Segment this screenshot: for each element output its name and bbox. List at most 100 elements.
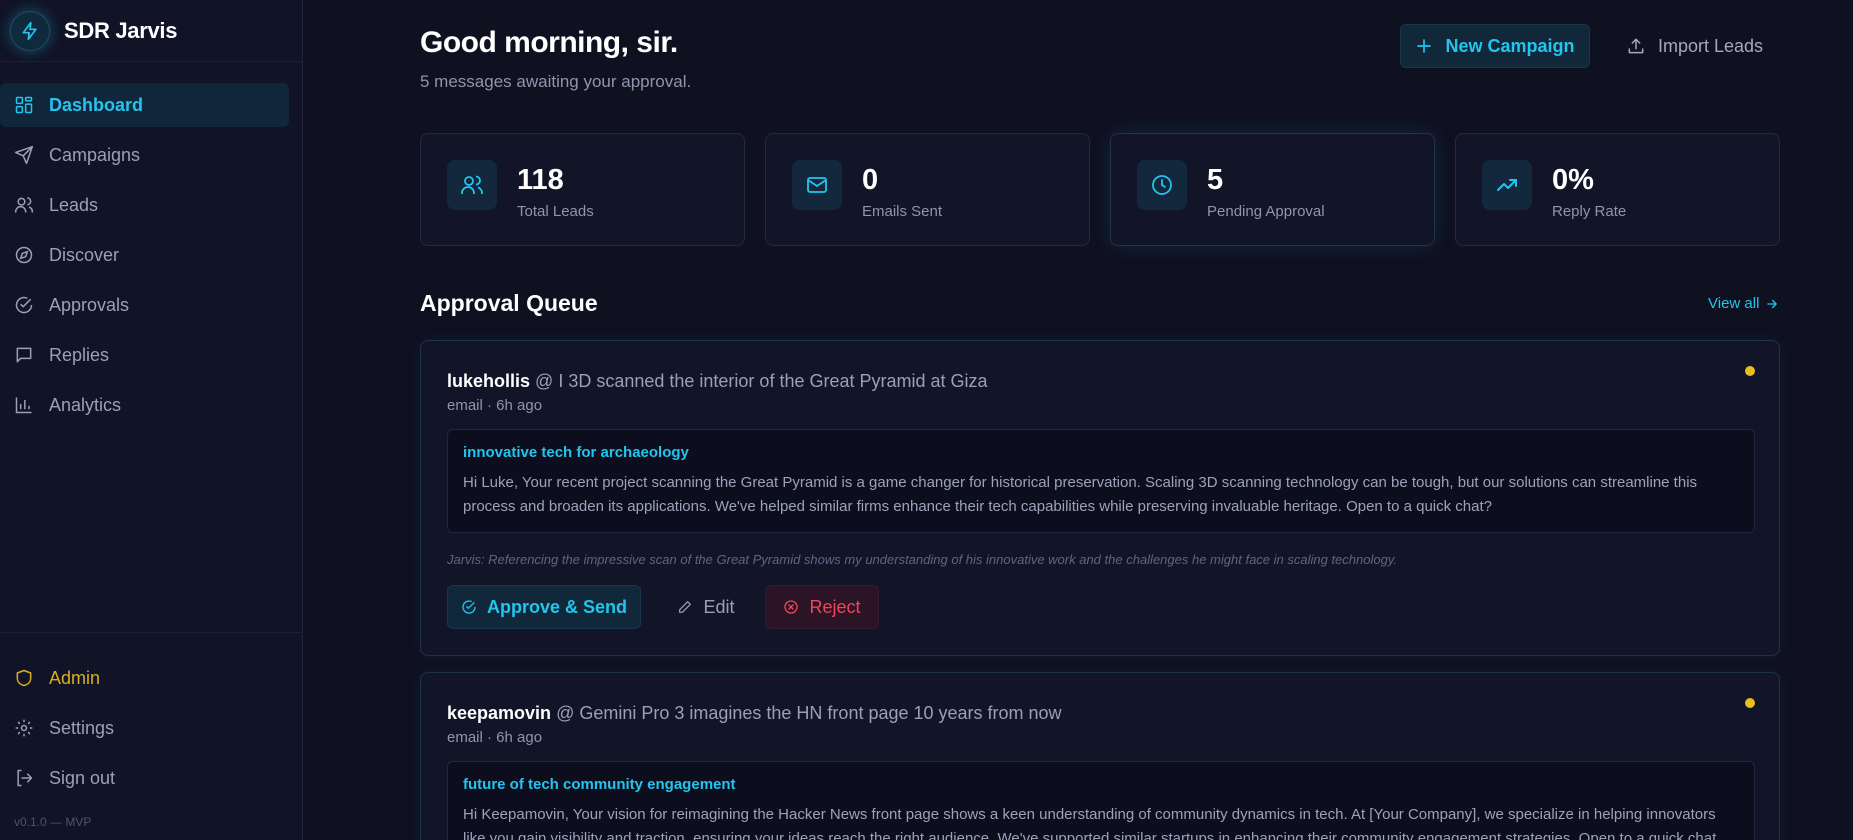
sidebar-item-sign-out[interactable]: Sign out	[0, 756, 289, 800]
sidebar-item-label: Campaigns	[49, 144, 141, 165]
reject-label: Reject	[809, 596, 861, 617]
sidebar-item-admin[interactable]: Admin	[0, 656, 289, 700]
email-body: Hi Keepamovin, Your vision for reimagini…	[463, 806, 1717, 840]
new-campaign-button[interactable]: New Campaign	[1400, 24, 1590, 68]
reject-button[interactable]: Reject	[765, 585, 879, 629]
message-meta: email · 6h ago	[447, 729, 543, 746]
view-all-link[interactable]: View all	[1708, 295, 1779, 312]
app-version: v0.1.0 — MVP	[14, 815, 92, 829]
pending-status-dot	[1745, 698, 1755, 708]
page-subtitle: 5 messages awaiting your approval.	[420, 72, 692, 91]
pending-status-dot	[1745, 366, 1755, 376]
message-meta: email · 6h ago	[447, 397, 543, 414]
sidebar-item-leads[interactable]: Leads	[0, 183, 289, 227]
mail-icon	[807, 177, 827, 193]
approval-actions: Approve & Send Edit Reject	[447, 585, 879, 629]
sidebar-item-label: Replies	[49, 344, 110, 365]
sidebar-item-settings[interactable]: Settings	[0, 706, 289, 750]
edit-label: Edit	[703, 596, 735, 617]
email-subject: innovative tech for archaeology	[463, 444, 689, 461]
x-circle-icon	[784, 600, 799, 614]
message-icon	[16, 347, 32, 363]
check-circle-icon	[15, 296, 33, 314]
lead-username[interactable]: keepamovin	[447, 703, 551, 723]
stat-value: 118	[517, 164, 564, 196]
pencil-icon	[679, 601, 692, 613]
lead-username[interactable]: lukehollis	[447, 371, 530, 391]
app-name: SDR Jarvis	[64, 17, 178, 43]
bolt-icon	[22, 21, 37, 40]
arrow-right-icon	[1767, 299, 1778, 308]
edit-button[interactable]: Edit	[655, 585, 757, 629]
stat-icon-box	[1482, 160, 1532, 210]
stat-label: Emails Sent	[862, 203, 943, 220]
approval-card: lukehollis @ I 3D scanned the interior o…	[420, 340, 1780, 656]
email-subject: future of tech community engagement	[463, 776, 736, 793]
sidebar-footer: Admin Settings Sign out	[0, 632, 303, 806]
upload-icon	[1628, 38, 1644, 54]
stat-card-emails-sent: 0 Emails Sent	[765, 133, 1090, 246]
users-icon	[461, 175, 483, 194]
ai-reasoning: Jarvis: Referencing the impressive scan …	[447, 552, 1397, 567]
stat-icon-box	[447, 160, 497, 210]
stat-label: Total Leads	[517, 203, 594, 220]
sidebar-item-discover[interactable]: Discover	[0, 233, 289, 277]
app-logo[interactable]	[10, 10, 50, 51]
logout-icon	[17, 769, 33, 787]
sidebar-item-label: Approvals	[49, 294, 130, 315]
trending-up-icon	[1497, 179, 1517, 191]
sidebar-item-replies[interactable]: Replies	[0, 333, 289, 377]
section-title: Approval Queue	[420, 290, 598, 316]
stat-icon-box	[1137, 160, 1187, 210]
brand: SDR Jarvis	[0, 0, 302, 62]
approval-card: keepamovin @ Gemini Pro 3 imagines the H…	[420, 672, 1780, 840]
send-icon	[14, 145, 34, 165]
sidebar-item-label: Analytics	[49, 394, 122, 415]
sidebar-item-analytics[interactable]: Analytics	[0, 383, 289, 427]
stat-label: Reply Rate	[1552, 203, 1627, 220]
stats-row: 118 Total Leads 0 Emails Sent 5 Pending …	[420, 133, 1780, 246]
bar-chart-icon	[15, 397, 32, 414]
source-post-title: @ I 3D scanned the interior of the Great…	[535, 371, 988, 391]
sidebar-item-campaigns[interactable]: Campaigns	[0, 133, 289, 177]
page-title: Good morning, sir.	[420, 26, 678, 59]
email-draft: future of tech community engagement Hi K…	[447, 761, 1755, 840]
import-leads-label: Import Leads	[1658, 35, 1764, 56]
approval-card-header: keepamovin @ Gemini Pro 3 imagines the H…	[447, 703, 1062, 724]
approval-card-header: lukehollis @ I 3D scanned the interior o…	[447, 371, 988, 392]
compass-icon	[15, 246, 33, 264]
clock-icon	[1152, 175, 1172, 195]
users-icon	[14, 197, 34, 213]
stat-card-total-leads: 118 Total Leads	[420, 133, 745, 246]
stat-value: 0	[862, 164, 879, 196]
import-leads-button[interactable]: Import Leads	[1620, 24, 1780, 68]
email-body: Hi Luke, Your recent project scanning th…	[463, 474, 1698, 515]
sidebar: SDR Jarvis Dashboard Campaigns Leads Dis…	[0, 0, 303, 840]
sidebar-item-approvals[interactable]: Approvals	[0, 283, 289, 327]
stat-icon-box	[792, 160, 842, 210]
stat-card-pending-approval: 5 Pending Approval	[1110, 133, 1435, 246]
sidebar-item-label: Dashboard	[49, 94, 144, 115]
sidebar-item-label: Discover	[49, 244, 120, 265]
new-campaign-label: New Campaign	[1445, 35, 1575, 56]
sidebar-item-label: Sign out	[49, 767, 116, 788]
source-post-title: @ Gemini Pro 3 imagines the HN front pag…	[556, 703, 1062, 723]
gear-icon	[15, 719, 33, 737]
main-nav: Dashboard Campaigns Leads Discover Appro…	[0, 83, 303, 433]
plus-icon	[1417, 39, 1432, 53]
shield-icon	[16, 669, 32, 687]
sidebar-item-label: Settings	[49, 717, 115, 738]
stat-card-reply-rate: 0% Reply Rate	[1455, 133, 1780, 246]
check-circle-icon	[462, 600, 476, 614]
sidebar-item-label: Admin	[49, 667, 101, 688]
dashboard-icon	[15, 96, 33, 114]
stat-value: 0%	[1552, 164, 1594, 196]
email-draft: innovative tech for archaeology Hi Luke,…	[447, 429, 1755, 533]
view-all-label: View all	[1708, 295, 1760, 312]
approve-send-button[interactable]: Approve & Send	[447, 585, 641, 629]
stat-value: 5	[1207, 164, 1224, 196]
approve-send-label: Approve & Send	[486, 596, 628, 617]
sidebar-item-label: Leads	[49, 194, 99, 215]
sidebar-item-dashboard[interactable]: Dashboard	[0, 83, 289, 127]
stat-label: Pending Approval	[1207, 203, 1325, 220]
